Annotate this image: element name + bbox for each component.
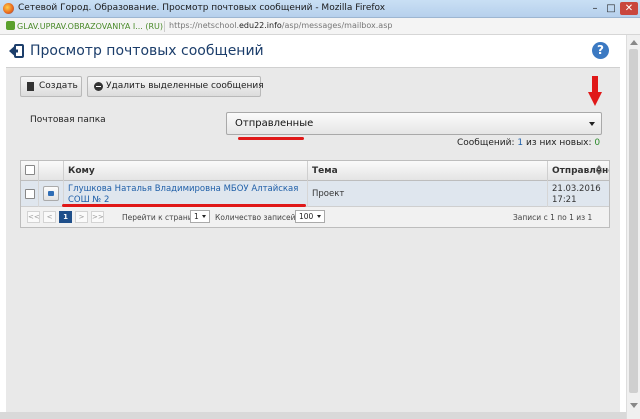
vertical-scrollbar[interactable]	[626, 35, 640, 419]
messages-table: Кому Тема Отправлено Глушкова Наталья Вл…	[20, 160, 610, 228]
goto-page-select[interactable]: 1	[190, 210, 210, 223]
annotation-underline-recipient	[62, 204, 306, 207]
urlbar-divider	[164, 21, 165, 32]
maximize-button[interactable]: □	[604, 2, 618, 15]
window-title: Сетевой Город. Образование. Просмотр поч…	[18, 3, 386, 13]
select-all-checkbox[interactable]	[25, 165, 35, 175]
pagination-bar: << < 1 > >> Перейти к странице: 1 Количе…	[21, 207, 609, 227]
minimize-button[interactable]: –	[588, 2, 602, 15]
folder-select[interactable]: Отправленные	[226, 112, 602, 135]
current-page-button[interactable]: 1	[59, 211, 72, 223]
icon-column-header	[39, 161, 64, 181]
url-text[interactable]: https://netschool.edu22.info/asp/message…	[169, 21, 392, 30]
message-icon[interactable]	[43, 186, 59, 201]
row-checkbox[interactable]	[25, 189, 35, 199]
column-header-sent[interactable]: Отправлено	[548, 161, 609, 181]
window-titlebar: Сетевой Город. Образование. Просмотр поч…	[0, 0, 640, 18]
prev-page-button[interactable]: <	[43, 211, 56, 223]
scroll-up-icon[interactable]	[630, 40, 638, 45]
message-counts: Сообщений: 1 из них новых: 0	[457, 138, 601, 148]
last-page-button[interactable]: >>	[91, 211, 104, 223]
help-icon[interactable]: ?	[592, 42, 609, 59]
address-bar[interactable]: GLAV.UPRAV.OBRAZOVANIYA I... (RU) https:…	[0, 18, 640, 35]
lock-icon	[6, 21, 15, 30]
row-check-cell	[21, 181, 39, 207]
sort-asc-icon	[596, 165, 602, 169]
page-title: Просмотр почтовых сообщений	[30, 43, 264, 59]
scroll-down-icon[interactable]	[630, 403, 638, 408]
firefox-icon	[3, 3, 14, 14]
annotation-underline-folder	[238, 137, 304, 140]
records-per-page-select[interactable]: 100	[295, 210, 325, 223]
create-button[interactable]: Создать	[20, 76, 82, 97]
folder-label: Почтовая папка	[30, 115, 106, 125]
next-page-button[interactable]: >	[75, 211, 88, 223]
remove-icon	[94, 82, 103, 91]
messages-count: 1	[517, 138, 524, 148]
column-header-to[interactable]: Кому	[64, 161, 308, 181]
sent-datetime: 21.03.2016 17:21	[552, 184, 601, 205]
recipient-link[interactable]: Глушкова Наталья Владимировна МБОУ Алтай…	[68, 184, 304, 206]
new-messages-count: 0	[594, 138, 601, 148]
mailbox-panel: Создать Удалить выделенные сообщения Поч…	[6, 67, 620, 412]
records-per-page-label: Количество записей:	[215, 213, 299, 222]
chevron-down-icon	[317, 215, 321, 218]
page-bottom-edge	[0, 412, 626, 419]
row-sent-cell: 21.03.2016 17:21	[548, 181, 609, 207]
document-icon	[27, 82, 34, 91]
chevron-down-icon	[202, 215, 206, 218]
close-window-button[interactable]: ✕	[620, 2, 638, 15]
select-all-cell	[21, 161, 39, 181]
delete-selected-button[interactable]: Удалить выделенные сообщения	[87, 76, 264, 97]
scroll-thumb[interactable]	[629, 49, 638, 393]
subject-text: Проект	[312, 189, 345, 199]
sort-desc-icon	[596, 171, 602, 175]
column-header-subject[interactable]: Тема	[308, 161, 548, 181]
table-header: Кому Тема Отправлено	[21, 161, 609, 181]
chevron-down-icon	[589, 122, 595, 126]
page-header: Просмотр почтовых сообщений ?	[0, 35, 626, 67]
site-identity[interactable]: GLAV.UPRAV.OBRAZOVANIYA I... (RU)	[6, 21, 163, 31]
row-subject-cell: Проект	[308, 181, 548, 207]
records-summary: Записи с 1 по 1 из 1	[513, 213, 593, 222]
annotation-arrow-icon	[588, 76, 602, 106]
first-page-button[interactable]: <<	[27, 211, 40, 223]
row-icon-cell	[39, 181, 64, 207]
back-arrow-icon[interactable]	[8, 43, 24, 59]
folder-select-value: Отправленные	[235, 118, 314, 129]
